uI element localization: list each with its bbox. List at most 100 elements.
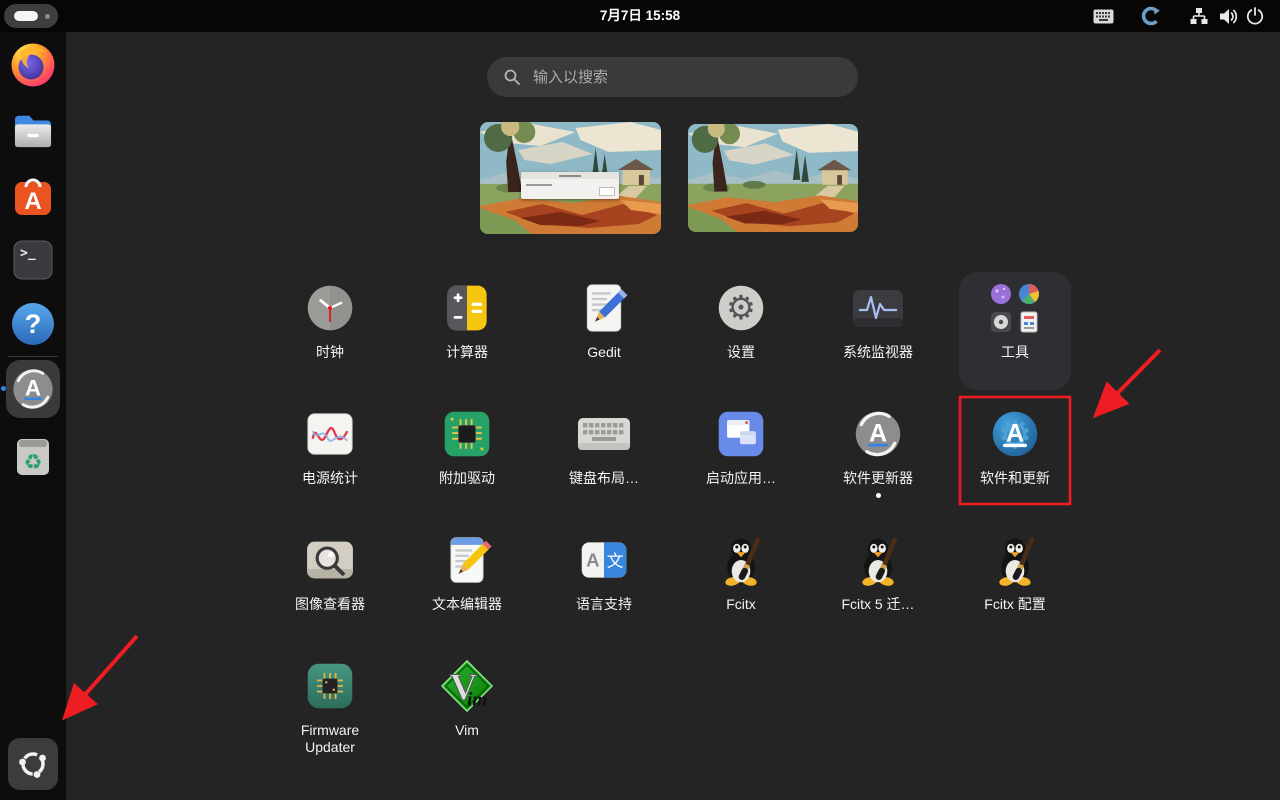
power-icon[interactable] — [1246, 0, 1264, 32]
keyboard-icon[interactable] — [1093, 0, 1114, 32]
svg-text:⚙: ⚙ — [726, 288, 756, 327]
app-text-editor[interactable]: 文本编辑器 — [411, 524, 523, 642]
app-label: 语言支持 — [576, 596, 632, 613]
search-bar[interactable] — [487, 57, 858, 97]
app-settings[interactable]: ⚙ 设置 — [685, 272, 797, 390]
firmware-updater-icon — [304, 660, 356, 712]
running-indicator-dot — [1, 386, 6, 391]
svg-text:♻: ♻ — [24, 450, 43, 474]
app-vim[interactable]: V im Vim — [411, 650, 523, 768]
terminal-icon: >_ — [11, 238, 55, 282]
volume-icon[interactable] — [1219, 0, 1238, 32]
running-indicator-dot — [876, 493, 881, 498]
ubuntu-logo-icon — [16, 747, 50, 781]
search-input[interactable] — [531, 68, 835, 87]
calculator-icon — [442, 282, 492, 334]
svg-text:im: im — [467, 689, 487, 710]
app-label: 软件和更新 — [980, 470, 1050, 487]
text-editor-icon — [442, 533, 492, 587]
svg-text:A: A — [586, 550, 599, 571]
app-label: 附加驱动 — [439, 470, 495, 487]
help-icon: ? — [10, 301, 56, 347]
wallpaper — [688, 124, 858, 232]
app-system-monitor[interactable]: 系统监视器 — [822, 272, 934, 390]
fcitx-icon — [715, 534, 767, 586]
workspace-thumbnail-1[interactable] — [480, 122, 661, 234]
fcitx-icon — [852, 534, 904, 586]
app-fcitx5-migration[interactable]: Fcitx 5 迁… — [822, 524, 934, 642]
app-image-viewer[interactable]: 图像查看器 — [274, 524, 386, 642]
mini-window-button — [599, 187, 615, 196]
mini-window — [521, 172, 619, 199]
mini-disk-icon — [990, 311, 1012, 333]
image-viewer-icon — [304, 538, 356, 582]
dock-item-terminal[interactable]: >_ — [9, 236, 57, 284]
svg-text:A: A — [1006, 419, 1024, 447]
app-software-updater[interactable]: 软件更新器 — [822, 398, 934, 516]
app-label: Gedit — [587, 344, 620, 361]
app-software-and-updates[interactable]: ⚙ A 软件和更新 — [959, 398, 1071, 516]
network-icon[interactable] — [1190, 0, 1208, 32]
additional-drivers-icon — [441, 408, 493, 460]
workspace-thumbnail-2[interactable] — [688, 124, 858, 232]
app-power-statistics[interactable]: 电源统计 — [274, 398, 386, 516]
app-label: Fcitx 配置 — [984, 596, 1045, 613]
fcitx-indicator-icon[interactable] — [1141, 0, 1161, 32]
system-monitor-icon — [850, 284, 906, 332]
dock-item-firefox[interactable] — [9, 41, 57, 89]
app-label: 设置 — [727, 344, 755, 361]
app-label: Fcitx 5 迁… — [841, 596, 914, 613]
app-gedit[interactable]: Gedit — [548, 272, 660, 390]
search-icon — [504, 69, 520, 85]
app-language-support[interactable]: A 文 语言支持 — [548, 524, 660, 642]
dock-item-ubuntu-software[interactable]: A — [9, 172, 57, 220]
dock-item-trash[interactable]: ♻ — [9, 432, 57, 480]
dock-item-software-updater[interactable] — [6, 360, 60, 418]
mini-document-icon — [1018, 311, 1040, 333]
mini-pie-chart-icon — [1018, 283, 1040, 305]
app-fcitx-config[interactable]: Fcitx 配置 — [959, 524, 1071, 642]
language-support-icon: A 文 — [578, 539, 630, 581]
clock[interactable]: 7月7日 15:58 — [0, 0, 1280, 32]
app-label: Vim — [455, 722, 479, 739]
ubuntu-software-icon: A — [11, 173, 55, 219]
vim-icon: V im — [440, 659, 494, 713]
app-folder-tools[interactable]: 工具 — [959, 272, 1071, 390]
show-applications-button[interactable] — [8, 738, 58, 790]
svg-text:>_: >_ — [20, 246, 36, 261]
startup-applications-icon — [715, 408, 767, 460]
app-startup-applications[interactable]: 启动应用… — [685, 398, 797, 516]
dock: A >_ ? ♻ — [0, 32, 66, 800]
app-label: 系统监视器 — [843, 344, 913, 361]
app-label: 电源统计 — [302, 470, 358, 487]
app-additional-drivers[interactable]: 附加驱动 — [411, 398, 523, 516]
top-bar: 7月7日 15:58 — [0, 0, 1280, 32]
app-label: 图像查看器 — [295, 596, 365, 613]
app-firmware-updater[interactable]: Firmware Updater — [274, 650, 386, 768]
app-clock[interactable]: 时钟 — [274, 272, 386, 390]
dock-item-help[interactable]: ? — [9, 300, 57, 348]
firefox-icon — [10, 42, 56, 88]
software-updater-icon — [852, 408, 904, 460]
app-label: 文本编辑器 — [432, 596, 502, 613]
files-folder-icon — [11, 112, 55, 150]
app-label: Fcitx — [726, 596, 756, 613]
app-keyboard-layout[interactable]: 键盘布局… — [548, 398, 660, 516]
app-grid: 时钟 计算器 Gedit — [274, 272, 1071, 768]
trash-icon: ♻ — [11, 433, 55, 479]
svg-text:文: 文 — [607, 552, 624, 571]
settings-icon: ⚙ — [715, 282, 767, 334]
clock-icon — [304, 282, 356, 334]
svg-text:?: ? — [25, 309, 42, 339]
mini-globe-icon — [990, 283, 1012, 305]
mini-window-text-line — [526, 184, 552, 186]
software-and-updates-icon: ⚙ A — [989, 408, 1041, 460]
app-label: 键盘布局… — [569, 470, 639, 487]
app-calculator[interactable]: 计算器 — [411, 272, 523, 390]
dock-item-files[interactable] — [9, 107, 57, 155]
app-label: 启动应用… — [706, 470, 776, 487]
app-label: 软件更新器 — [843, 470, 913, 487]
svg-text:A: A — [24, 188, 41, 215]
gedit-icon — [578, 281, 630, 335]
app-fcitx[interactable]: Fcitx — [685, 524, 797, 642]
